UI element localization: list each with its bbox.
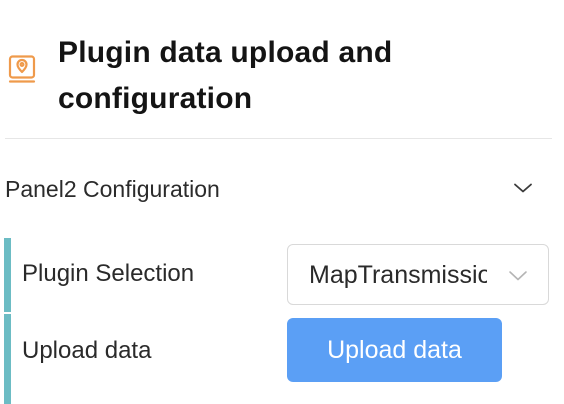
chevron-down-icon[interactable]: [507, 269, 529, 283]
upload-data-label: Upload data: [22, 337, 152, 364]
upload-data-button[interactable]: Upload data: [287, 318, 502, 382]
plugin-selection-label: Plugin Selection: [22, 260, 195, 287]
page-title: Plugin data upload and configuration: [58, 36, 393, 115]
page-header: Plugin data upload and configuration: [0, 0, 564, 138]
plugin-selection-row: Plugin Selection MapTransmission: [4, 238, 564, 312]
panel-collapse-header[interactable]: Panel2 Configuration: [0, 160, 564, 216]
upload-data-row: Upload data Upload data: [4, 314, 564, 404]
row-accent-bar: [4, 238, 11, 312]
header-divider: [5, 138, 552, 139]
panel-title: Panel2 Configuration: [5, 176, 220, 202]
chevron-down-icon[interactable]: [512, 180, 534, 196]
row-accent-bar: [4, 314, 11, 404]
plugin-select[interactable]: MapTransmission: [287, 244, 549, 305]
map-pin-frame-icon: [6, 53, 38, 85]
plugin-select-value: MapTransmission: [309, 261, 487, 289]
